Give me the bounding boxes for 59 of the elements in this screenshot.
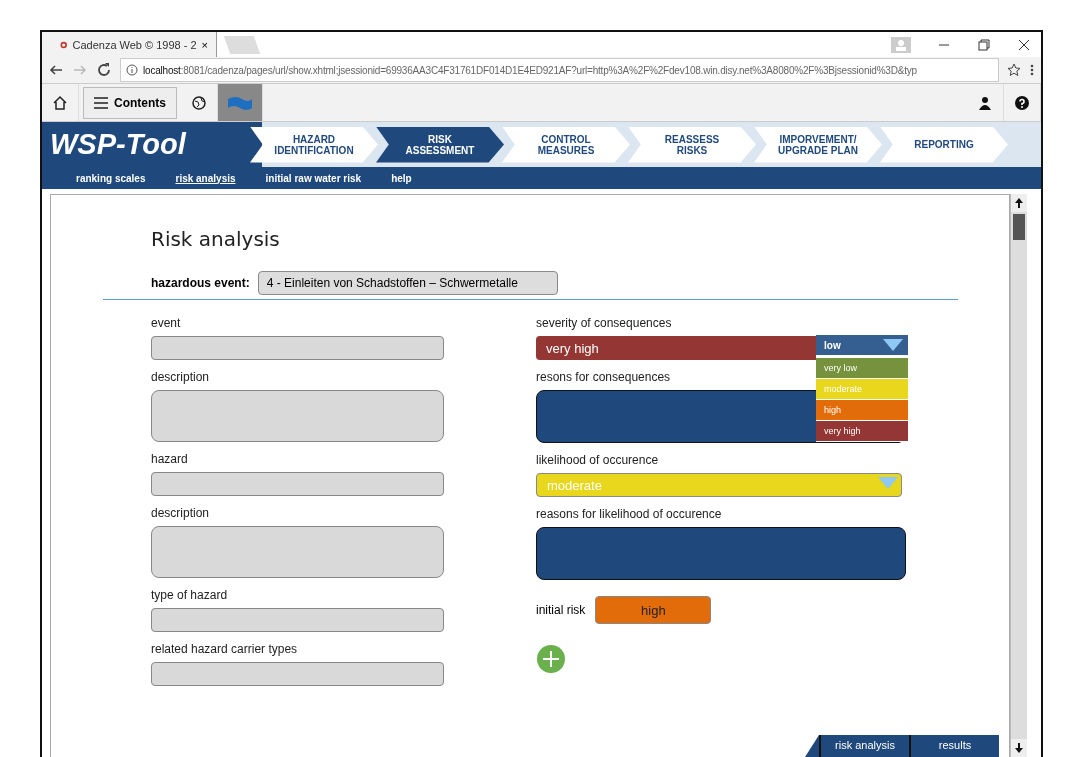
step-tab[interactable]: REASSESS RISKS bbox=[628, 126, 756, 163]
home-icon bbox=[52, 94, 68, 111]
dropdown-option[interactable]: very low bbox=[816, 358, 908, 379]
step-tab[interactable]: CONTROL MEASURES bbox=[502, 126, 630, 163]
field-label: severity of consequences bbox=[536, 316, 672, 330]
dropdown-arrow-icon bbox=[882, 338, 904, 352]
bookmark-star-icon[interactable] bbox=[1007, 63, 1021, 77]
field-label: resons for consequences bbox=[536, 370, 671, 384]
page-title: Risk analysis bbox=[151, 227, 281, 251]
logo-text: WSP-Tool bbox=[50, 128, 188, 161]
url-text: localhost:8081/cadenza/pages/url/show.xhtml;jsessionid=69936AA3C4F31761DF014D1E4ED921AF?url=http%3A%2F%2Fdev108.win.disy.net%3A8080%2F%3Bjsessionid%3D&typ bbox=[143, 64, 917, 76]
field-label: event bbox=[151, 316, 181, 330]
input-field[interactable] bbox=[151, 472, 444, 496]
initial-risk-badge: high bbox=[595, 596, 712, 624]
scroll-up-icon[interactable] bbox=[1011, 194, 1027, 212]
field-label: hazardous event: bbox=[151, 276, 250, 290]
scroll-down-icon[interactable] bbox=[1011, 739, 1027, 757]
map-button[interactable] bbox=[218, 84, 263, 121]
scrollbar[interactable] bbox=[1010, 194, 1027, 757]
field-label: related hazard carrier types bbox=[151, 642, 298, 656]
address-field[interactable]: localhost:8081/cadenza/pages/url/show.xhtml;jsessionid=69936AA3C4F31761DF014D1E4ED921AF?url=http%3A%2F%2Fdev108.win.disy.net%3A8080%2F%3Bjsessionid%3D&typ bbox=[120, 58, 999, 82]
field-label: description bbox=[151, 370, 210, 384]
info-icon bbox=[126, 64, 138, 76]
field-label: hazard bbox=[151, 452, 188, 466]
more-menu-icon[interactable] bbox=[1029, 63, 1035, 77]
severity-select[interactable]: very high bbox=[536, 336, 816, 360]
browser-tab[interactable]: Cadenza Web © 1998 - 2 × bbox=[42, 32, 217, 57]
menu-icon bbox=[94, 96, 108, 109]
field-label: reasons for likelihood of occurence bbox=[536, 507, 722, 521]
input-field[interactable] bbox=[151, 608, 444, 632]
scroll-thumb[interactable] bbox=[1013, 214, 1025, 240]
dropdown-option[interactable]: very high bbox=[816, 421, 908, 442]
step-tab[interactable]: RISK ASSESSMENT bbox=[376, 126, 504, 163]
contents-button[interactable]: Contents bbox=[83, 86, 177, 119]
user-icon bbox=[979, 95, 991, 110]
input-field[interactable] bbox=[151, 662, 444, 686]
field-label: type of hazard bbox=[151, 588, 228, 602]
sub-navigation-link[interactable]: risk analysis bbox=[175, 172, 236, 184]
dropdown-current-option[interactable]: low bbox=[816, 335, 908, 355]
sub-navigation-link[interactable]: help bbox=[391, 172, 412, 184]
globe-icon bbox=[192, 95, 206, 110]
sub-navigation-link[interactable]: ranking scales bbox=[76, 172, 146, 184]
field-label: initial risk bbox=[536, 603, 586, 617]
step-tab[interactable]: HAZARD IDENTIFICATION bbox=[250, 126, 378, 163]
field-label: likelihood of occurence bbox=[536, 453, 659, 467]
input-field[interactable] bbox=[151, 336, 444, 360]
hazardous-event-select[interactable]: 4 - Einleiten von Schadstoffen – Schwermetalle bbox=[257, 271, 558, 295]
reload-icon[interactable] bbox=[96, 62, 112, 78]
step-tab[interactable]: REPORTING bbox=[880, 126, 1008, 163]
close-tab-button[interactable]: × bbox=[201, 38, 208, 51]
sub-navigation-link[interactable]: initial raw water risk bbox=[265, 172, 362, 184]
step-tab[interactable]: IMPORVEMENT/ UPGRADE PLAN bbox=[754, 126, 882, 163]
field-label: description bbox=[151, 506, 210, 520]
dropdown-arrow-icon bbox=[877, 476, 899, 490]
help-icon bbox=[1015, 95, 1029, 110]
close-icon[interactable] bbox=[1017, 37, 1031, 52]
tab-title: Cadenza Web © 1998 - 2 bbox=[72, 38, 197, 51]
restore-icon[interactable] bbox=[977, 37, 991, 52]
add-icon[interactable] bbox=[536, 644, 566, 674]
